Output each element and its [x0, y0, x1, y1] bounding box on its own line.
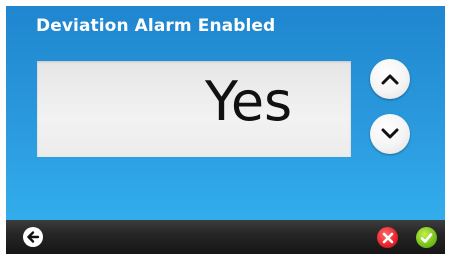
- chevron-up-icon: [381, 74, 399, 85]
- chevron-down-icon: [381, 128, 399, 139]
- checkmark-icon: [420, 232, 433, 243]
- value-display: Yes: [37, 61, 351, 157]
- footer-bar: [6, 220, 445, 254]
- back-button[interactable]: [23, 227, 43, 247]
- increase-button[interactable]: [370, 59, 410, 99]
- close-icon: [382, 232, 393, 243]
- cancel-button[interactable]: [377, 227, 398, 248]
- confirm-button[interactable]: [416, 227, 437, 248]
- settings-screen: Deviation Alarm Enabled Yes: [6, 6, 445, 254]
- decrease-button[interactable]: [370, 114, 410, 154]
- page-title: Deviation Alarm Enabled: [36, 16, 276, 36]
- current-value: Yes: [205, 70, 293, 133]
- arrow-left-icon: [27, 231, 40, 243]
